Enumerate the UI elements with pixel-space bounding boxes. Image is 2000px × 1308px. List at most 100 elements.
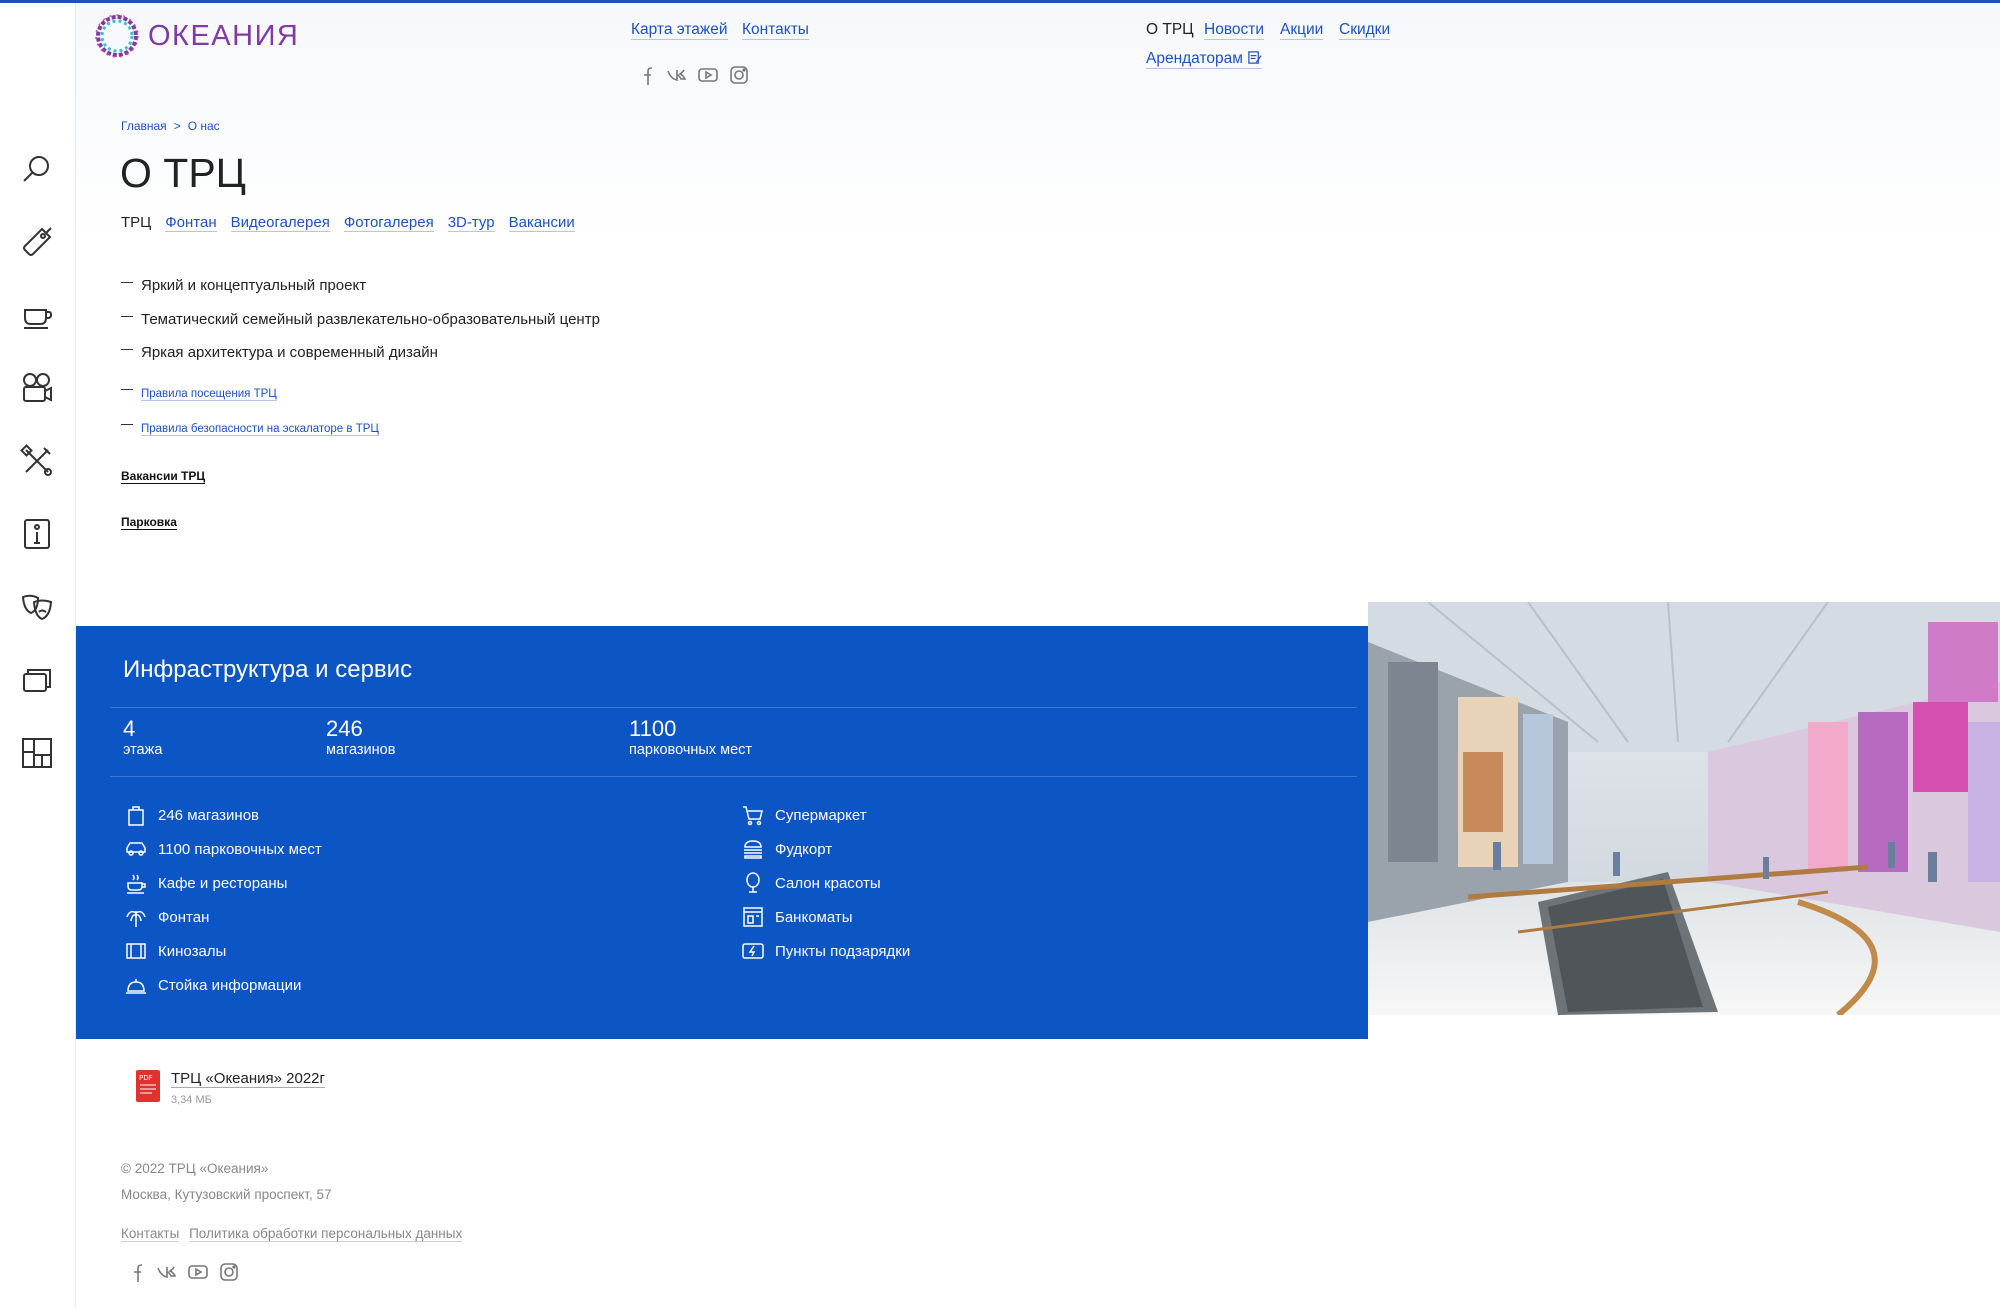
subtab-fountain[interactable]: Фонтан: [165, 214, 217, 232]
youtube-icon[interactable]: [697, 64, 719, 86]
service-label: Стойка информации: [158, 976, 302, 994]
vk-icon[interactable]: [156, 1261, 178, 1283]
stat-value: 4: [123, 716, 136, 741]
feature-item: Яркая архитектура и современный дизайн: [121, 344, 438, 361]
feature-text: Яркий и концептуальный проект: [141, 277, 367, 294]
subtabs: ТРЦ Фонтан Видеогалерея Фотогалерея 3D-т…: [121, 214, 575, 232]
infrastructure-title: Инфраструктура и сервис: [123, 656, 413, 683]
info-icon[interactable]: [17, 514, 57, 554]
search-icon[interactable]: [17, 149, 57, 189]
nav-discounts[interactable]: Скидки: [1339, 21, 1391, 40]
footer-contacts-link[interactable]: Контакты: [121, 1226, 180, 1242]
feature-item: Яркий и концептуальный проект: [121, 277, 366, 294]
parking-link[interactable]: Парковка: [121, 515, 177, 530]
nav-news[interactable]: Новости: [1204, 21, 1265, 40]
stat-value: 1100: [629, 716, 677, 741]
instagram-icon[interactable]: [218, 1261, 240, 1283]
breadcrumb-separator: >: [173, 119, 181, 133]
nav-contacts[interactable]: Контакты: [742, 21, 809, 40]
service-label: Салон красоты: [775, 874, 881, 892]
subtab-photo-gallery[interactable]: Фотогалерея: [343, 214, 434, 232]
movie-camera-icon[interactable]: [17, 368, 57, 408]
stat-shops: 246 магазинов: [326, 716, 395, 758]
cart-icon: [740, 802, 766, 828]
stat-label: парковочных мест: [629, 742, 753, 758]
nav-floor-map[interactable]: Карта этажей: [631, 21, 728, 40]
pdf-size: 3,34 МБ: [171, 1094, 212, 1106]
vk-icon[interactable]: [666, 64, 688, 86]
logo-text: ОКЕАНИЯ: [148, 19, 300, 52]
logo-ring-icon: [95, 14, 139, 58]
breadcrumb-current[interactable]: О нас: [188, 119, 220, 133]
feature-text: Яркая архитектура и современный дизайн: [141, 344, 438, 361]
stat-value: 246: [326, 716, 363, 741]
shopping-bag-icon: [123, 802, 149, 828]
service-item: Супермаркет: [740, 802, 867, 828]
footer-copyright: © 2022 ТРЦ «Океания»: [121, 1161, 269, 1176]
pdf-download[interactable]: PDF ТРЦ «Океания» 2022г 3,34 МБ: [136, 1070, 325, 1106]
reception-bell-icon: [123, 972, 149, 998]
pdf-title: ТРЦ «Океания» 2022г: [171, 1070, 325, 1088]
stat-label: этажа: [123, 742, 163, 758]
footer-privacy-link[interactable]: Политика обработки персональных данных: [189, 1226, 463, 1242]
dash-bullet: [121, 389, 133, 391]
edit-document-icon: [1248, 51, 1262, 64]
tools-icon[interactable]: [17, 441, 57, 481]
service-item: Кафе и рестораны: [123, 870, 287, 896]
theater-masks-icon[interactable]: [17, 587, 57, 627]
burger-icon: [740, 836, 766, 862]
stat-floors: 4 этажа: [123, 716, 162, 758]
service-item: 246 магазинов: [123, 802, 259, 828]
sidebar: [0, 3, 76, 1308]
service-item: Фонтан: [123, 904, 209, 930]
dash-bullet: [121, 315, 133, 317]
vacancies-link[interactable]: Вакансии ТРЦ: [121, 469, 206, 484]
pdf-badge-label: PDF: [139, 1074, 153, 1082]
service-label: Кинозалы: [158, 942, 227, 960]
page-title: О ТРЦ: [120, 150, 247, 196]
dash-bullet: [121, 281, 133, 283]
subtab-vacancies[interactable]: Вакансии: [508, 214, 575, 232]
document-item: Правила безопасности на эскалаторе в ТРЦ: [121, 423, 379, 436]
instagram-icon[interactable]: [728, 64, 750, 86]
car-icon: [123, 836, 149, 862]
footer-social-links: [125, 1261, 240, 1283]
tag-icon[interactable]: [17, 222, 57, 262]
service-item: Банкоматы: [740, 904, 853, 930]
service-item: Салон красоты: [740, 870, 881, 896]
service-label: Банкоматы: [775, 908, 853, 926]
feature-item: Тематический семейный развлекательно-обр…: [121, 311, 600, 328]
nav-about-current: О ТРЦ: [1146, 21, 1194, 38]
service-item: 1100 парковочных мест: [123, 836, 322, 862]
divider: [110, 707, 1357, 708]
subtab-video-gallery[interactable]: Видеогалерея: [230, 214, 330, 232]
subtab-3d-tour[interactable]: 3D-тур: [447, 214, 495, 232]
floor-plan-icon[interactable]: [17, 733, 57, 773]
service-label: Фудкорт: [775, 840, 833, 858]
facebook-icon[interactable]: [635, 64, 657, 86]
pdf-text: ТРЦ «Океания» 2022г 3,34 МБ: [171, 1070, 325, 1106]
nav-tenants[interactable]: Арендаторам: [1146, 50, 1263, 69]
youtube-icon[interactable]: [187, 1261, 209, 1283]
service-item: Кинозалы: [123, 938, 226, 964]
coffee-icon: [123, 870, 149, 896]
breadcrumb-home[interactable]: Главная: [121, 119, 167, 133]
service-label: Кафе и рестораны: [158, 874, 288, 892]
subtab-trc-current: ТРЦ: [121, 214, 152, 231]
nav-promotions[interactable]: Акции: [1280, 21, 1324, 40]
service-label: Пункты подзарядки: [775, 942, 911, 960]
pdf-file-icon: PDF: [136, 1070, 160, 1102]
nav-tenants-label: Арендаторам: [1146, 50, 1243, 67]
doc-visit-rules-link[interactable]: Правила посещения ТРЦ: [141, 388, 277, 401]
cards-icon[interactable]: [17, 660, 57, 700]
cup-icon[interactable]: [17, 295, 57, 335]
document-item: Правила посещения ТРЦ: [121, 388, 277, 401]
service-label: Супермаркет: [775, 806, 867, 824]
doc-escalator-rules-link[interactable]: Правила безопасности на эскалаторе в ТРЦ: [141, 423, 379, 436]
facebook-icon[interactable]: [125, 1261, 147, 1283]
stat-label: магазинов: [326, 742, 396, 758]
feature-text: Тематический семейный развлекательно-обр…: [141, 311, 600, 328]
service-item: Стойка информации: [123, 972, 301, 998]
logo[interactable]: ОКЕАНИЯ: [92, 10, 299, 62]
mirror-icon: [740, 870, 766, 896]
